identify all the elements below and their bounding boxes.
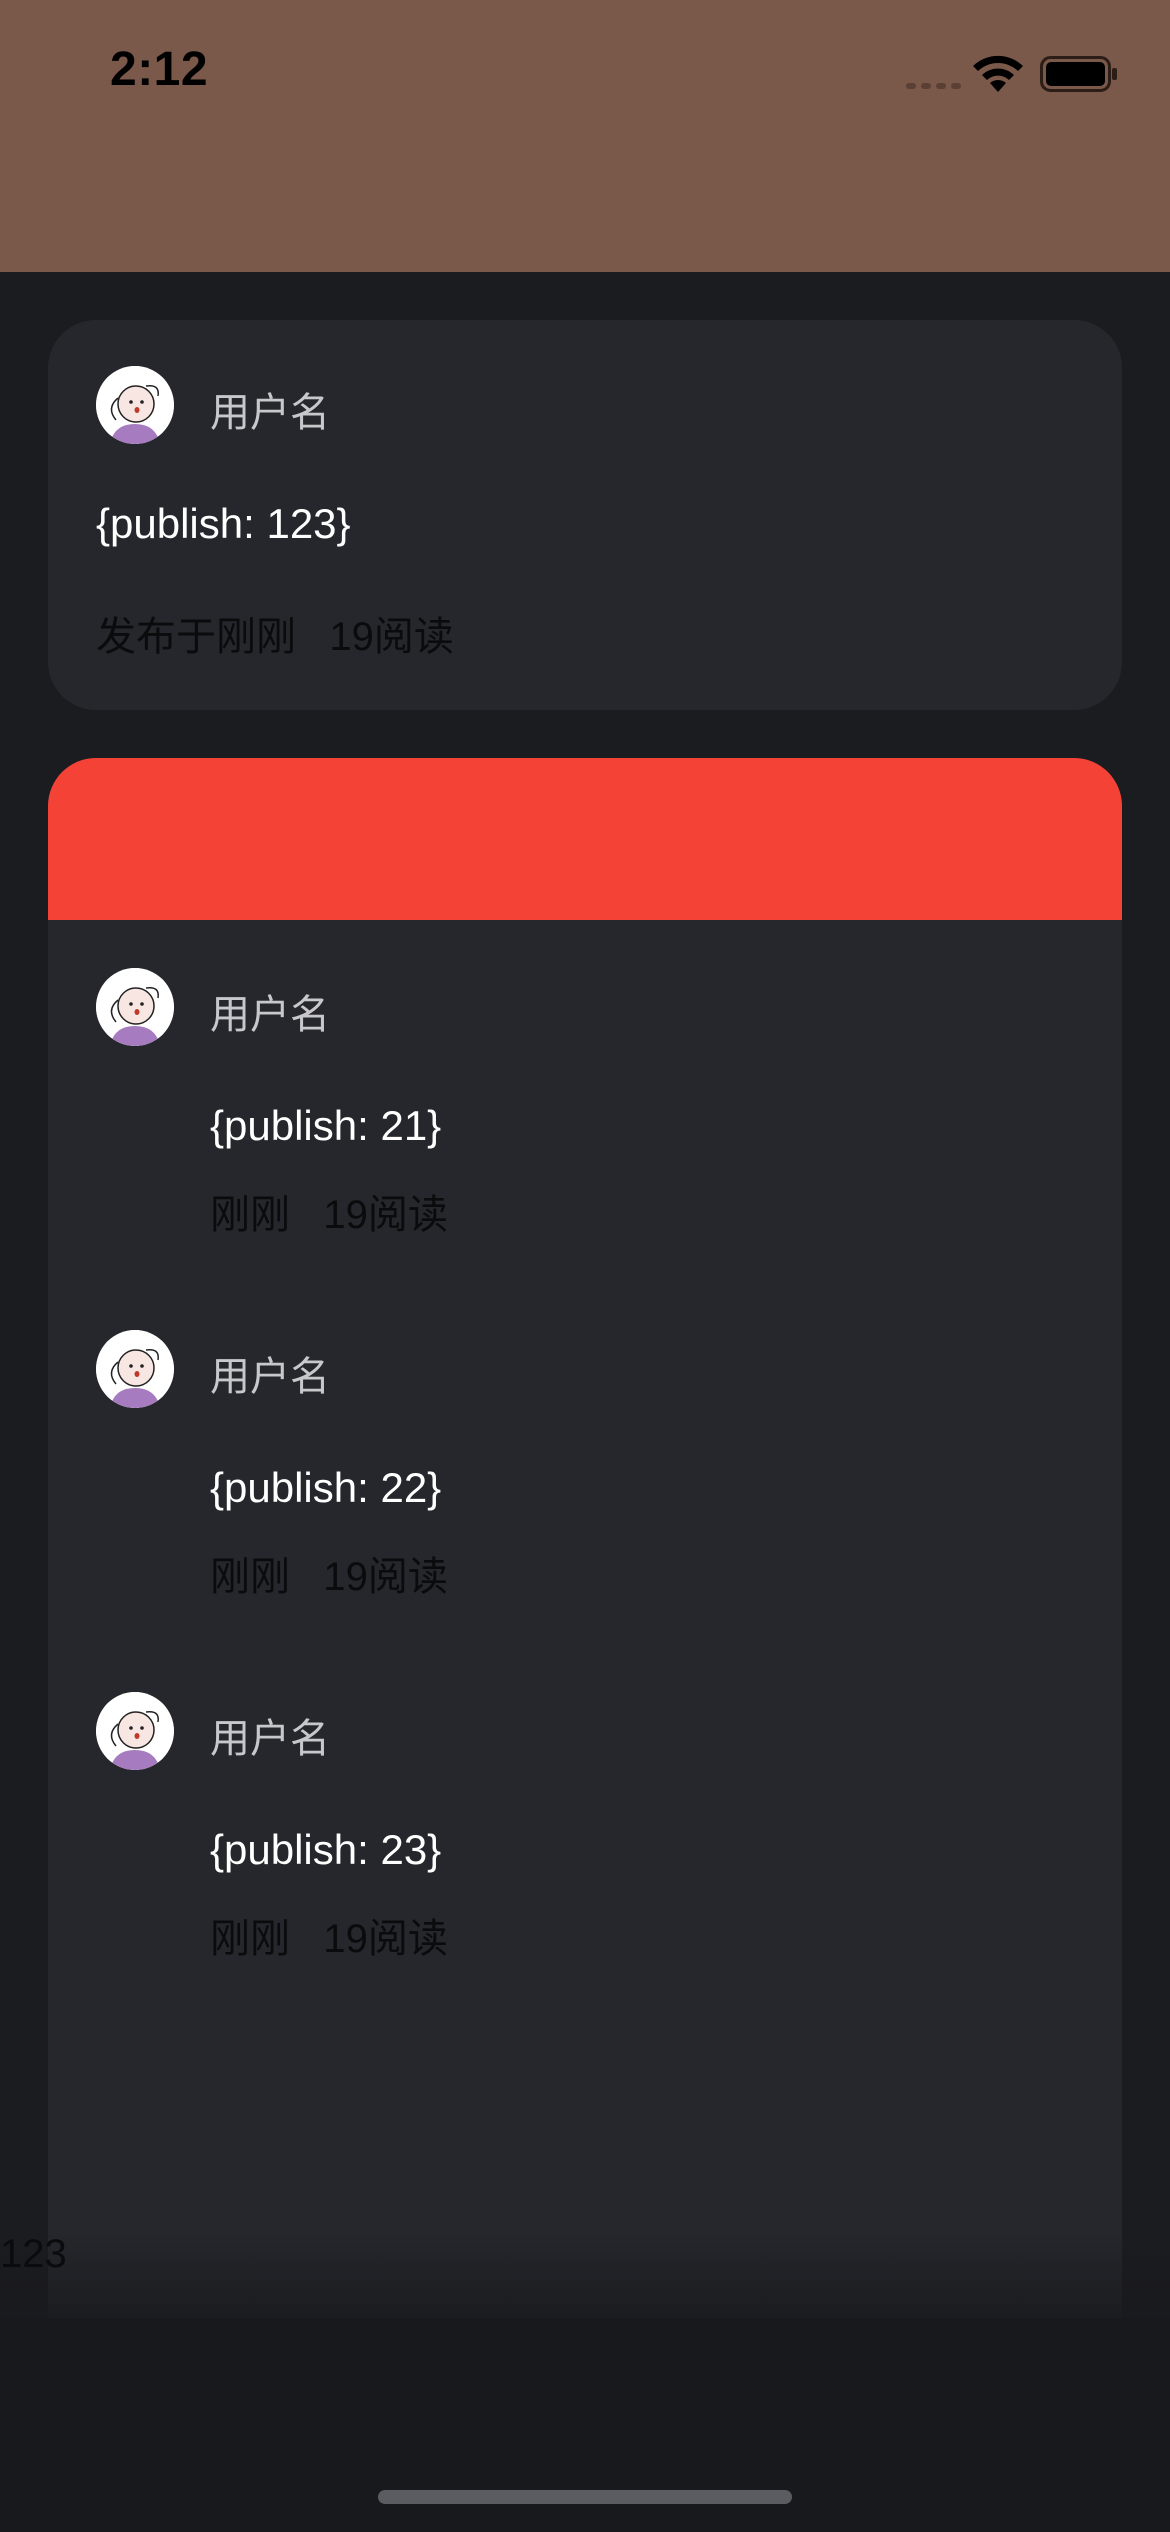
username[interactable]: 用户名 bbox=[210, 380, 330, 438]
avatar-illustration-icon bbox=[96, 1692, 174, 1770]
avatar[interactable] bbox=[96, 1330, 174, 1408]
red-banner bbox=[48, 758, 1122, 920]
avatar[interactable] bbox=[96, 366, 174, 444]
avatar-illustration-icon bbox=[96, 1330, 174, 1408]
status-time: 2:12 bbox=[110, 43, 209, 96]
avatar[interactable] bbox=[96, 1692, 174, 1770]
username[interactable]: 用户名 bbox=[210, 982, 330, 1040]
status-bar: 2:12 bbox=[0, 0, 1170, 272]
comment-content: {publish: 21} bbox=[210, 1102, 442, 1149]
avatar-illustration-icon bbox=[96, 366, 174, 444]
bottom-label: 123 bbox=[0, 2232, 67, 2276]
avatar[interactable] bbox=[96, 968, 174, 1046]
comment-content: {publish: 23} bbox=[210, 1826, 442, 1873]
username[interactable]: 用户名 bbox=[210, 1706, 330, 1764]
post-card[interactable]: 用户名 {publish: 123} 发布于刚刚 19阅读 bbox=[48, 320, 1122, 710]
battery-icon bbox=[1040, 56, 1117, 92]
comment-meta: 刚刚 19阅读 bbox=[210, 1917, 448, 1961]
post-content: {publish: 123} bbox=[96, 500, 351, 547]
comment-meta: 刚刚 19阅读 bbox=[210, 1555, 448, 1599]
cellular-signal-icon bbox=[906, 83, 961, 89]
avatar-illustration-icon bbox=[96, 968, 174, 1046]
post-meta: 发布于刚刚 19阅读 bbox=[96, 615, 454, 659]
wifi-icon bbox=[973, 55, 1023, 92]
comment-list-card: 用户名 {publish: 21} 刚刚 19阅读 用户名 {publish: … bbox=[48, 758, 1122, 2318]
home-indicator[interactable] bbox=[378, 2490, 792, 2504]
comment-meta: 刚刚 19阅读 bbox=[210, 1193, 448, 1237]
username[interactable]: 用户名 bbox=[210, 1344, 330, 1402]
comment-content: {publish: 22} bbox=[210, 1464, 442, 1511]
